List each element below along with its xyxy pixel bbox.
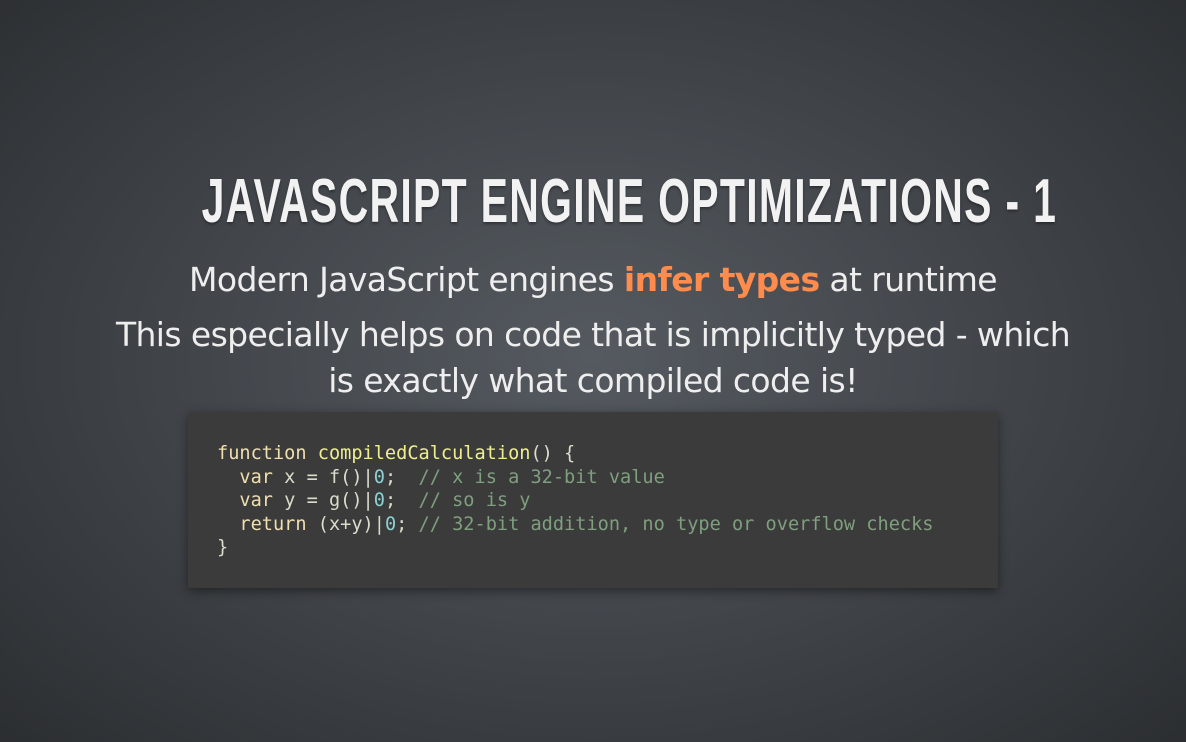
code-line: function compiledCalculation() { <box>217 442 998 466</box>
code-comment: // so is y <box>418 490 531 511</box>
code-number: 0 <box>373 466 385 488</box>
code-line: return (x+y)|0; // 32-bit addition, no t… <box>217 513 998 537</box>
code-text: y = g()| <box>272 490 374 511</box>
code-text: ; <box>384 466 419 488</box>
code-number: 0 <box>373 490 385 511</box>
code-keyword: function <box>217 443 307 464</box>
code-text: } <box>217 537 229 558</box>
body-line-2: is exactly what compiled code is! <box>328 361 858 400</box>
subtitle-text-after: at runtime <box>819 260 997 299</box>
presentation-slide: JavaScript Engine Optimizations - 1 Mode… <box>0 0 1186 742</box>
code-function-name: compiledCalculation <box>317 443 531 464</box>
code-text: ; <box>384 490 419 511</box>
code-text: (x+y)| <box>306 513 385 535</box>
slide-title: JavaScript Engine Optimizations - 1 <box>201 167 1058 236</box>
code-keyword: var <box>239 466 273 488</box>
code-comment: // x is a 32-bit value <box>418 466 665 488</box>
code-line: var y = g()|0; // so is y <box>217 489 998 513</box>
code-text: () { <box>530 443 576 464</box>
body-line-1: This especially helps on code that is im… <box>115 315 1071 354</box>
code-comment: // 32-bit addition, no type or overflow … <box>418 513 934 535</box>
code-listing: function compiledCalculation() { var x =… <box>217 442 998 560</box>
code-block: function compiledCalculation() { var x =… <box>188 412 998 588</box>
subtitle-highlight: infer types <box>623 260 820 299</box>
subtitle-text-before: Modern JavaScript engines <box>189 260 624 299</box>
code-line: var x = f()|0; // x is a 32-bit value <box>217 466 998 490</box>
code-keyword: var <box>239 490 273 511</box>
code-line: } <box>217 536 998 560</box>
code-keyword: return <box>239 513 307 535</box>
code-text: x = f()| <box>272 466 374 488</box>
slide-body-text: This especially helps on code that is im… <box>0 312 1186 404</box>
code-text: ; <box>396 513 419 535</box>
slide-subtitle: Modern JavaScript engines infer types at… <box>0 258 1186 302</box>
code-number: 0 <box>384 513 397 535</box>
